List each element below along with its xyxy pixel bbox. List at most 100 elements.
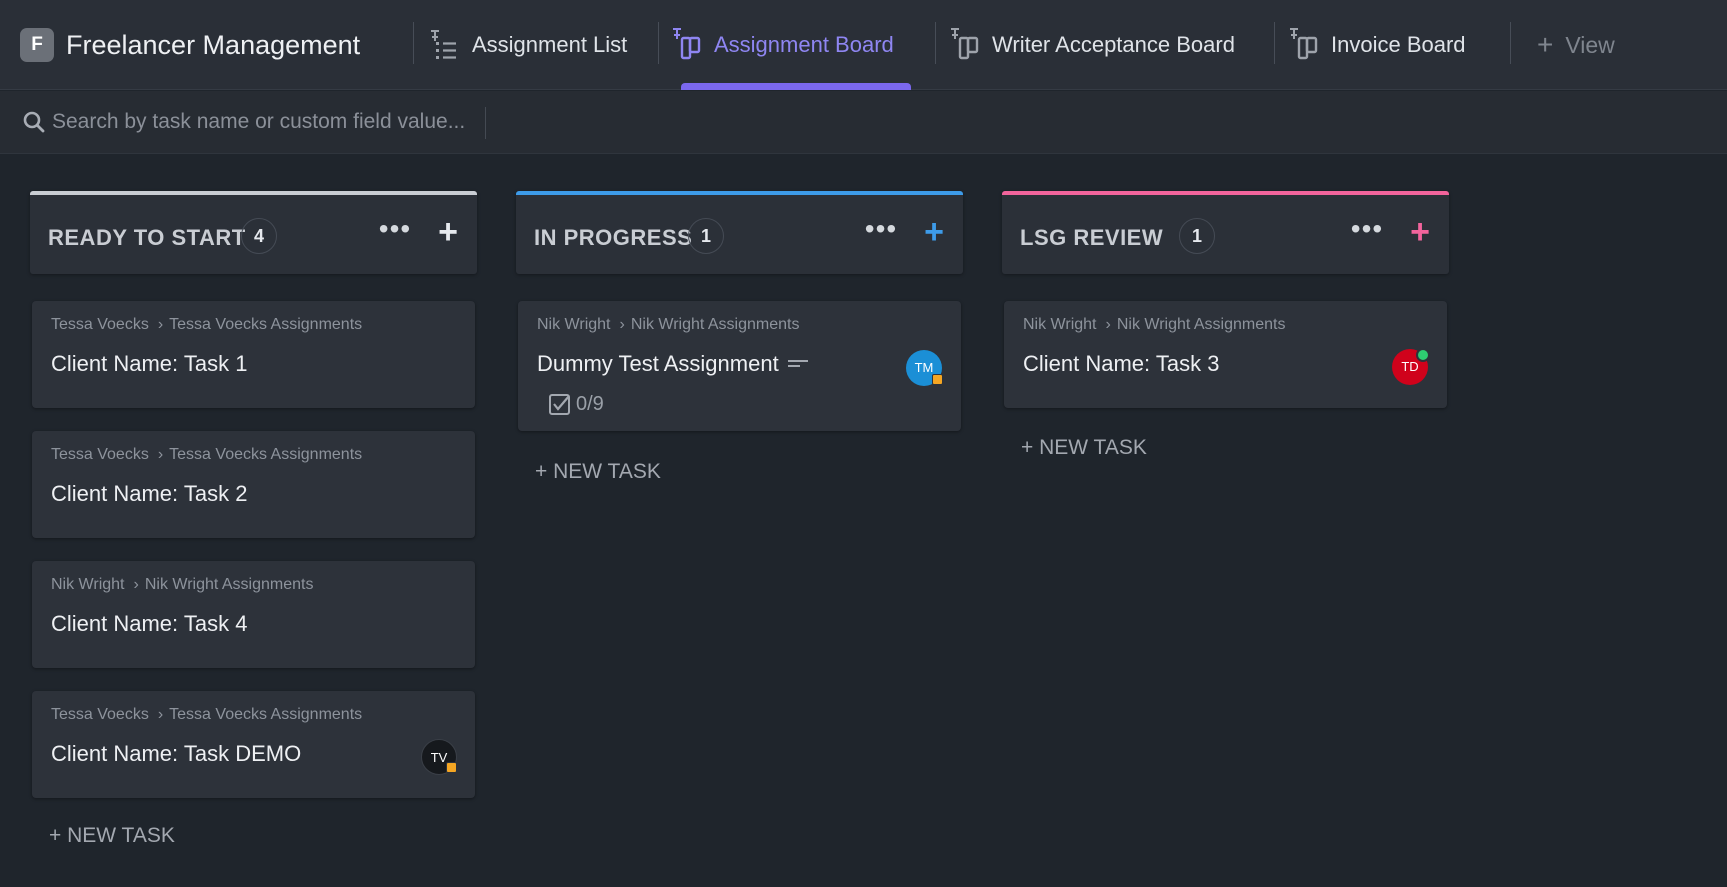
search-bar (0, 91, 1727, 154)
crumb-list[interactable]: Nik Wright Assignments (145, 576, 314, 593)
task-title[interactable]: Client Name: Task 2 (51, 481, 247, 507)
divider (935, 22, 936, 64)
task-title[interactable]: Client Name: Task 1 (51, 351, 247, 377)
chevron-right-icon: › (157, 316, 164, 333)
crumb-folder[interactable]: Nik Wright (1023, 316, 1097, 333)
checklist-progress: 0/9 (576, 392, 604, 415)
add-task-icon[interactable]: + (1404, 215, 1436, 249)
task-breadcrumb: Tessa Voecks › Tessa Voecks Assignments (51, 316, 362, 334)
task-title[interactable]: Client Name: Task 3 (1023, 351, 1219, 377)
add-task-icon[interactable]: + (432, 215, 464, 249)
task-card[interactable]: Nik Wright › Nik Wright Assignments Client… (1004, 301, 1447, 408)
checklist-indicator[interactable]: 0/9 (548, 392, 604, 416)
add-task-icon[interactable]: + (918, 215, 950, 249)
crumb-list[interactable]: Tessa Voecks Assignments (169, 316, 362, 333)
search-input[interactable] (52, 105, 472, 139)
space-avatar[interactable]: F (20, 28, 54, 62)
task-count-badge: 1 (688, 218, 724, 254)
board-icon (670, 28, 704, 62)
more-options-icon[interactable]: ••• (377, 215, 413, 249)
new-task-button[interactable]: + NEW TASK (1021, 436, 1449, 460)
task-title[interactable]: Client Name: Task 4 (51, 611, 247, 637)
crumb-folder[interactable]: Tessa Voecks (51, 446, 149, 463)
column-title: READY TO START (48, 225, 246, 250)
chevron-right-icon: › (619, 316, 625, 333)
assignee-avatar[interactable]: TM (906, 350, 943, 386)
more-options-icon[interactable]: ••• (863, 215, 899, 249)
column-header: READY TO START 4 ••• + (30, 191, 477, 274)
assignee-avatar[interactable]: TD (1392, 348, 1430, 385)
crumb-folder[interactable]: Nik Wright (537, 316, 611, 333)
task-card[interactable]: Nik Wright › Nik Wright Assignments Dummy … (518, 301, 961, 431)
list-icon (428, 28, 462, 62)
avatar-initials: TV (430, 750, 448, 765)
task-title[interactable]: Client Name: Task DEMO (51, 741, 301, 767)
plus-icon: + (1537, 29, 1554, 60)
divider (485, 107, 486, 139)
tab-label: Assignment List (472, 32, 628, 57)
tab-invoice-board[interactable]: Invoice Board (1287, 24, 1466, 66)
crumb-folder[interactable]: Tessa Voecks (51, 316, 149, 333)
crumb-folder[interactable]: Tessa Voecks (51, 706, 149, 723)
search-icon (22, 110, 46, 134)
online-indicator (1416, 348, 1430, 362)
tab-label: Assignment Board (714, 32, 894, 57)
column-ready-to-start: READY TO START 4 ••• + Tessa Voecks › Tess… (30, 191, 477, 848)
crumb-folder[interactable]: Nik Wright (51, 576, 125, 593)
board-icon (1287, 28, 1321, 62)
task-title[interactable]: Dummy Test Assignment (537, 351, 809, 377)
column-in-progress: IN PROGRESS 1 ••• + Nik Wright › Nik Wrigh… (516, 191, 963, 484)
task-title-text: Dummy Test Assignment (537, 351, 779, 376)
divider (658, 22, 659, 64)
chevron-right-icon: › (133, 576, 139, 593)
tab-label: Writer Acceptance Board (992, 32, 1235, 57)
column-lsg-review: LSG REVIEW 1 ••• + Nik Wright › Nik Wright… (1002, 191, 1449, 460)
checkbox-icon (549, 394, 570, 415)
task-count-badge: 1 (1179, 218, 1215, 254)
status-color-bar (1002, 191, 1449, 195)
chevron-right-icon: › (157, 446, 164, 463)
tab-assignment-board[interactable]: Assignment Board (670, 24, 894, 66)
crumb-list[interactable]: Nik Wright Assignments (631, 316, 800, 333)
add-view-label: View (1565, 31, 1615, 58)
task-card[interactable]: Tessa Voecks › Tessa Voecks Assignments Cl… (32, 431, 475, 538)
task-card[interactable]: Nik Wright › Nik Wright Assignments Client… (32, 561, 475, 668)
task-breadcrumb: Nik Wright › Nik Wright Assignments (537, 316, 799, 334)
task-breadcrumb: Nik Wright › Nik Wright Assignments (51, 576, 313, 594)
crumb-list[interactable]: Tessa Voecks Assignments (169, 706, 362, 723)
task-breadcrumb: Tessa Voecks › Tessa Voecks Assignments (51, 706, 362, 724)
task-card[interactable]: Tessa Voecks › Tessa Voecks Assignments Cl… (32, 301, 475, 408)
more-options-icon[interactable]: ••• (1349, 215, 1385, 249)
space-title[interactable]: Freelancer Management (66, 28, 360, 62)
chevron-right-icon: › (157, 706, 164, 723)
tab-writer-acceptance-board[interactable]: Writer Acceptance Board (948, 24, 1235, 66)
status-color-bar (30, 191, 477, 195)
column-header: LSG REVIEW 1 ••• + (1002, 191, 1449, 274)
description-icon (787, 349, 809, 367)
tab-label: Invoice Board (1331, 32, 1466, 57)
tab-assignment-list[interactable]: Assignment List (428, 24, 627, 66)
avatar-initials: TM (914, 360, 934, 375)
task-breadcrumb: Tessa Voecks › Tessa Voecks Assignments (51, 446, 362, 464)
active-tab-indicator (681, 83, 911, 90)
divider (1510, 22, 1511, 64)
view-bar: F Freelancer Management Assignment List … (0, 0, 1727, 90)
column-header: IN PROGRESS 1 ••• + (516, 191, 963, 274)
task-breadcrumb: Nik Wright › Nik Wright Assignments (1023, 316, 1285, 334)
task-count-badge: 4 (241, 218, 277, 254)
divider (413, 22, 414, 64)
new-task-button[interactable]: + NEW TASK (535, 460, 963, 484)
crumb-list[interactable]: Nik Wright Assignments (1117, 316, 1286, 333)
status-indicator (932, 374, 943, 385)
new-task-button[interactable]: + NEW TASK (49, 824, 477, 848)
add-view-button[interactable]: + View (1537, 26, 1615, 64)
board-icon (948, 28, 982, 62)
column-title: LSG REVIEW (1020, 225, 1164, 250)
assignee-avatar[interactable]: TV (421, 739, 457, 775)
crumb-list[interactable]: Tessa Voecks Assignments (169, 446, 362, 463)
status-color-bar (516, 191, 963, 195)
divider (1274, 22, 1275, 64)
column-title: IN PROGRESS (534, 225, 693, 250)
avatar-initials: TD (1401, 359, 1419, 374)
task-card[interactable]: Tessa Voecks › Tessa Voecks Assignments Cl… (32, 691, 475, 798)
